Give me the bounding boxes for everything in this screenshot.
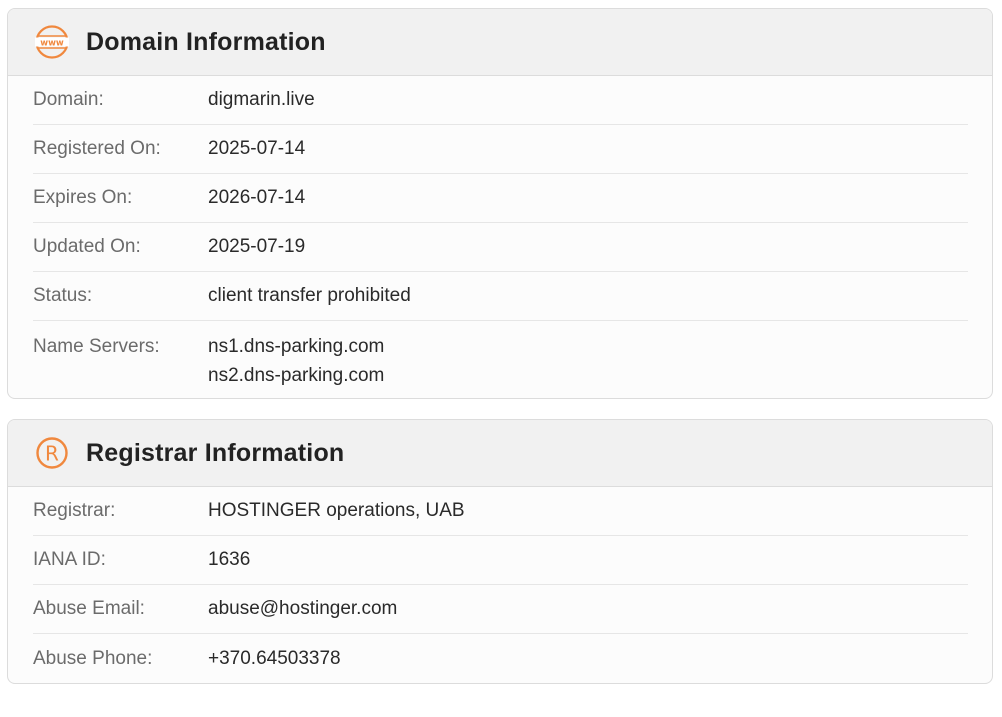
name-servers-row: Name Servers: ns1.dns-parking.com ns2.dn…	[33, 321, 968, 398]
registrar-details-list: Registrar: HOSTINGER operations, UAB IAN…	[8, 487, 992, 683]
iana-id-row: IANA ID: 1636	[33, 536, 968, 585]
svg-text:www: www	[40, 38, 64, 48]
name-servers-label: Name Servers:	[33, 336, 160, 357]
updated-on-row: Updated On: 2025-07-19	[33, 223, 968, 272]
registered-icon: R	[34, 435, 70, 471]
domain-row: Domain: digmarin.live	[33, 76, 968, 125]
abuse-phone-value: +370.64503378	[208, 647, 341, 669]
domain-information-title: Domain Information	[86, 27, 326, 56]
iana-id-value: 1636	[208, 549, 251, 570]
registrar-information-card: R Registrar Information Registrar: HOSTI…	[7, 419, 993, 684]
registrar-row: Registrar: HOSTINGER operations, UAB	[33, 487, 968, 536]
registrar-value: HOSTINGER operations, UAB	[208, 500, 465, 521]
registered-on-value: 2025-07-14	[208, 138, 306, 159]
domain-information-header: www Domain Information	[8, 9, 992, 76]
abuse-email-value: abuse@hostinger.com	[208, 598, 398, 619]
abuse-email-label: Abuse Email:	[33, 598, 145, 619]
updated-on-value: 2025-07-19	[208, 236, 306, 257]
expires-on-value: 2026-07-14	[208, 187, 306, 208]
iana-id-label: IANA ID:	[33, 549, 106, 570]
status-value: client transfer prohibited	[208, 285, 411, 306]
svg-text:R: R	[45, 442, 59, 466]
registrar-information-header: R Registrar Information	[8, 420, 992, 487]
status-row: Status: client transfer prohibited	[33, 272, 968, 321]
www-globe-icon: www	[34, 24, 70, 60]
abuse-phone-label: Abuse Phone:	[33, 647, 153, 669]
registrar-information-title: Registrar Information	[86, 438, 345, 467]
domain-label: Domain:	[33, 89, 104, 110]
registered-on-label: Registered On:	[33, 138, 161, 159]
domain-details-list: Domain: digmarin.live Registered On: 202…	[8, 76, 992, 398]
registrar-label: Registrar:	[33, 500, 116, 521]
name-server-1: ns1.dns-parking.com	[208, 336, 385, 357]
abuse-phone-row: Abuse Phone: +370.64503378	[33, 634, 968, 683]
updated-on-label: Updated On:	[33, 236, 141, 257]
domain-information-card: www Domain Information Domain: digmarin.…	[7, 8, 993, 399]
abuse-email-row: Abuse Email: abuse@hostinger.com	[33, 585, 968, 634]
status-label: Status:	[33, 285, 93, 306]
domain-value: digmarin.live	[208, 89, 315, 110]
name-servers-value: ns1.dns-parking.com ns2.dns-parking.com	[208, 332, 384, 390]
name-server-2: ns2.dns-parking.com	[208, 365, 385, 386]
expires-on-label: Expires On:	[33, 187, 133, 208]
registered-on-row: Registered On: 2025-07-14	[33, 125, 968, 174]
expires-on-row: Expires On: 2026-07-14	[33, 174, 968, 223]
